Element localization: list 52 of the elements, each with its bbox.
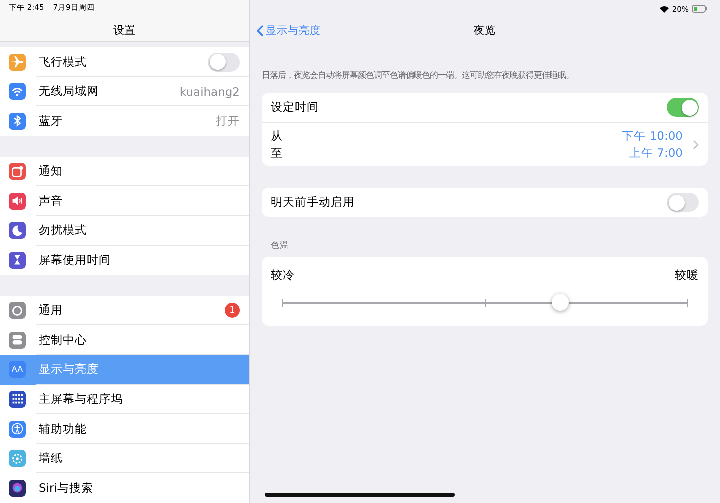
page-title: 夜览 xyxy=(474,24,496,38)
slider-max-label: 较暖 xyxy=(675,268,699,283)
schedule-row[interactable]: 从 至 下午 10:00 上午 7:00 xyxy=(262,123,708,166)
sidebar-item[interactable]: 屏幕使用时间 xyxy=(0,246,249,276)
from-time: 下午 10:00 xyxy=(622,128,683,144)
settings-icon xyxy=(9,302,26,320)
sidebar-item[interactable]: 控制中心 xyxy=(0,325,249,356)
settings-icon xyxy=(9,192,26,210)
settings-icon xyxy=(9,480,26,497)
settings-icon xyxy=(9,222,26,240)
to-time: 上午 7:00 xyxy=(628,144,683,162)
settings-icon xyxy=(9,112,26,130)
wifi-icon xyxy=(660,6,670,12)
toggle-switch[interactable] xyxy=(208,52,240,72)
settings-icon xyxy=(9,163,26,180)
text-size-icon: AA xyxy=(9,361,26,378)
setting-label: 明天前手动启用 xyxy=(271,195,355,210)
sidebar-item[interactable]: 通知 xyxy=(0,156,249,186)
settings-icon xyxy=(9,450,26,468)
sidebar-item[interactable]: 辅助功能 xyxy=(0,414,249,444)
settings-icon xyxy=(9,252,26,269)
settings-icon xyxy=(9,332,26,349)
sidebar-item[interactable]: 无线局域网 kuaihang2 xyxy=(0,76,249,106)
sidebar-item[interactable]: 主屏幕与程序坞 xyxy=(0,384,249,414)
chevron-right-icon xyxy=(693,140,699,150)
section-header: 色温 xyxy=(271,240,290,252)
sidebar-item[interactable]: 墙纸 xyxy=(0,444,249,474)
sidebar-item[interactable]: 通用 1 xyxy=(0,296,249,326)
settings-icon xyxy=(9,390,26,408)
sidebar-item[interactable]: 蓝牙 打开 xyxy=(0,106,249,136)
row-value: 打开 xyxy=(216,114,240,129)
sidebar-item[interactable]: Siri与搜索 xyxy=(0,473,249,503)
notification-badge: 1 xyxy=(225,303,240,318)
chevron-left-icon xyxy=(257,25,264,37)
setting-label: 设定时间 xyxy=(271,100,319,115)
toggle-switch[interactable] xyxy=(667,193,699,212)
sidebar-item[interactable]: 声音 xyxy=(0,186,249,216)
slider-thumb[interactable] xyxy=(552,294,569,311)
sidebar-item[interactable]: AA 显示与亮度 xyxy=(0,355,249,385)
sidebar-title: 设置 xyxy=(112,23,136,38)
row-value: kuaihang2 xyxy=(180,84,240,99)
toggle-switch[interactable] xyxy=(667,98,699,117)
settings-icon xyxy=(9,83,26,100)
slider-min-label: 较冷 xyxy=(271,268,295,283)
sidebar-item[interactable]: 飞行模式 xyxy=(0,47,249,77)
description-text: 日落后，夜览会自动将屏幕颜色调至色谱偏暖色的一端。这可助您在夜晚获得更佳睡眠。 xyxy=(262,70,575,81)
to-label: 至 xyxy=(271,144,283,162)
settings-icon xyxy=(9,54,26,71)
battery-icon xyxy=(692,5,708,13)
from-label: 从 xyxy=(271,128,283,144)
sidebar-item[interactable]: 勿扰模式 xyxy=(0,216,249,246)
settings-icon xyxy=(9,420,26,438)
